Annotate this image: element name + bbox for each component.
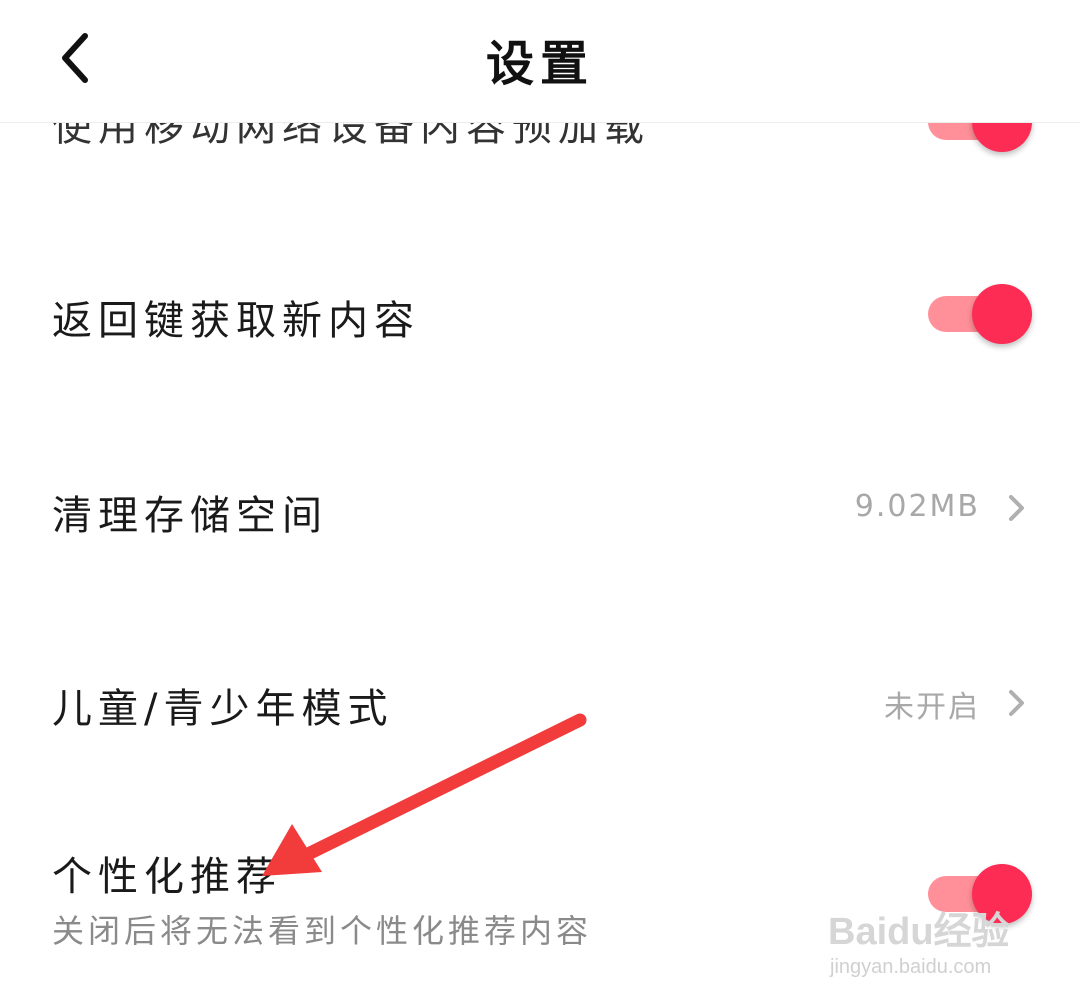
watermark-logo: Baidu经验 xyxy=(828,911,1010,953)
back-key-refresh-toggle[interactable] xyxy=(928,282,1032,346)
baidu-watermark: Baidu经验 jingyan.baidu.com xyxy=(828,900,1048,990)
top-bar: 设置 xyxy=(0,0,1080,123)
settings-row-label: 儿童/青少年模式 xyxy=(52,686,394,732)
settings-row-back-key-refresh[interactable]: 返回键获取新内容 xyxy=(0,270,1080,360)
watermark-url: jingyan.baidu.com xyxy=(830,956,992,978)
toggle-knob xyxy=(972,284,1032,344)
settings-row-label: 个性化推荐 xyxy=(52,854,282,900)
settings-row-label: 清理存储空间 xyxy=(52,493,328,539)
settings-row-clear-storage[interactable]: 清理存储空间 9.02MB xyxy=(0,465,1080,555)
storage-size-value: 9.02MB xyxy=(854,489,980,524)
chevron-right-icon xyxy=(1002,683,1032,723)
settings-row-teen-mode[interactable]: 儿童/青少年模式 未开启 xyxy=(0,658,1080,748)
settings-row-label: 返回键获取新内容 xyxy=(52,298,420,344)
settings-row-description: 关闭后将无法看到个性化推荐内容 xyxy=(52,912,593,950)
teen-mode-status-value: 未开启 xyxy=(884,690,980,725)
page-title: 设置 xyxy=(485,36,594,92)
chevron-right-icon xyxy=(1002,488,1032,528)
settings-list: 使用移动网络设备内容预加载 返回键获取新内容 清理存储空间 9.02MB 儿童/… xyxy=(0,0,1080,1003)
